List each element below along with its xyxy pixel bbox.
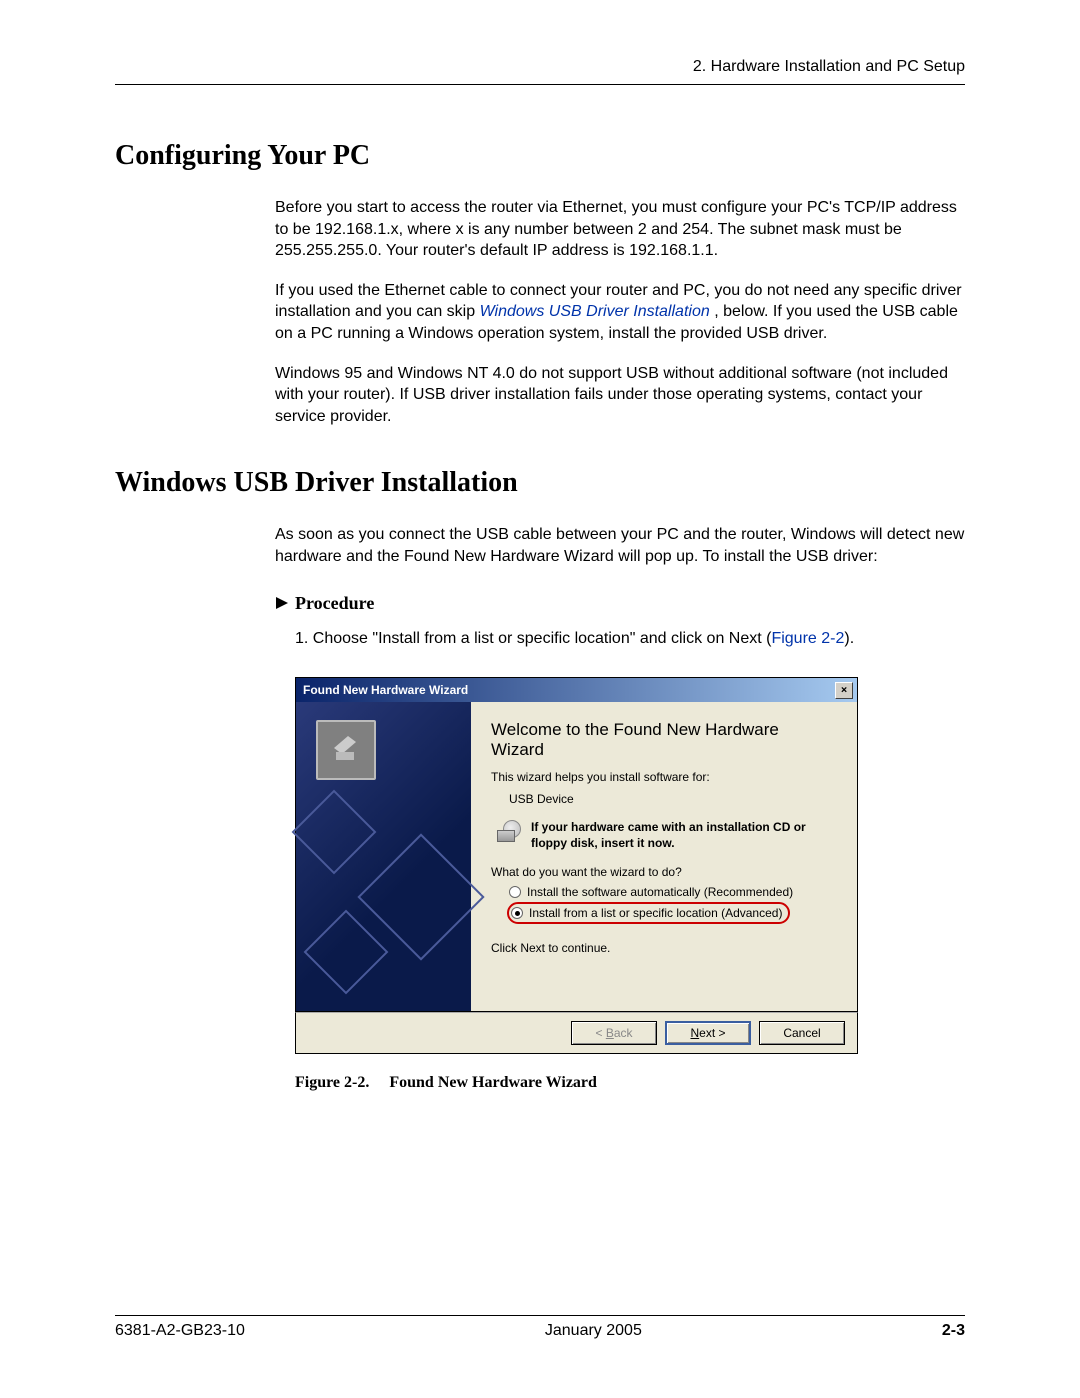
triangle-icon xyxy=(275,596,289,610)
radio-icon xyxy=(511,907,523,919)
wizard-screenshot: Found New Hardware Wizard × Welcome to t… xyxy=(295,677,858,1054)
section-heading-configuring: Configuring Your PC xyxy=(115,140,965,172)
wizard-option-specific[interactable]: Install from a list or specific location… xyxy=(507,902,835,924)
wizard-click-next: Click Next to continue. xyxy=(491,941,835,955)
procedure-heading-row: Procedure xyxy=(275,593,965,614)
footer-page-number: 2-3 xyxy=(942,1322,965,1340)
cd-floppy-icon xyxy=(497,820,523,842)
page-header: 2. Hardware Installation and PC Setup xyxy=(115,58,965,85)
figure-title: Found New Hardware Wizard xyxy=(389,1074,597,1091)
wizard-title-text: Found New Hardware Wizard xyxy=(303,683,468,697)
body-paragraph: Before you start to access the router vi… xyxy=(275,197,965,262)
close-icon[interactable]: × xyxy=(835,682,853,699)
wizard-option-auto[interactable]: Install the software automatically (Reco… xyxy=(509,885,835,899)
page-footer: 6381-A2-GB23-10 January 2005 2-3 xyxy=(115,1315,965,1340)
cross-reference-link[interactable]: Windows USB Driver Installation xyxy=(480,303,710,320)
figure-reference-link[interactable]: Figure 2-2 xyxy=(771,630,844,647)
radio-icon xyxy=(509,886,521,898)
figure-caption: Figure 2-2. Found New Hardware Wizard xyxy=(295,1074,965,1092)
radio-label: Install from a list or specific location… xyxy=(529,906,782,920)
step-number: 1. xyxy=(295,630,308,647)
wizard-prompt: What do you want the wizard to do? xyxy=(491,865,835,879)
chapter-label: 2. Hardware Installation and PC Setup xyxy=(693,58,965,76)
body-paragraph: Windows 95 and Windows NT 4.0 do not sup… xyxy=(275,363,965,428)
body-paragraph: As soon as you connect the USB cable bet… xyxy=(275,524,965,567)
wizard-body: Welcome to the Found New Hardware Wizard… xyxy=(295,702,858,1012)
radio-label: Install the software automatically (Reco… xyxy=(527,885,793,899)
wizard-sidebar xyxy=(296,702,471,1011)
procedure-step-1: 1. Choose "Install from a list or specif… xyxy=(295,628,965,650)
footer-doc-id: 6381-A2-GB23-10 xyxy=(115,1322,245,1340)
figure-number: Figure 2-2. xyxy=(295,1074,369,1091)
back-button: < Back xyxy=(571,1021,657,1045)
next-button[interactable]: Next > xyxy=(665,1021,751,1045)
wizard-button-row: < Back Next > Cancel xyxy=(295,1012,858,1054)
wizard-heading: Welcome to the Found New Hardware Wizard xyxy=(491,720,835,760)
section-heading-usb: Windows USB Driver Installation xyxy=(115,467,965,499)
wizard-helps-text: This wizard helps you install software f… xyxy=(491,770,835,784)
step-text-end: ). xyxy=(844,630,854,647)
procedure-heading: Procedure xyxy=(295,593,374,614)
wizard-cd-text: If your hardware came with an installati… xyxy=(531,820,835,851)
wizard-titlebar: Found New Hardware Wizard × xyxy=(295,677,858,702)
option-highlight-box: Install from a list or specific location… xyxy=(507,902,790,924)
wizard-cd-row: If your hardware came with an installati… xyxy=(497,820,835,851)
wizard-device-name: USB Device xyxy=(509,792,835,806)
body-paragraph: If you used the Ethernet cable to connec… xyxy=(275,280,965,345)
cancel-button[interactable]: Cancel xyxy=(759,1021,845,1045)
step-text: Choose "Install from a list or specific … xyxy=(313,630,772,647)
wizard-sidebar-icon xyxy=(316,720,376,780)
wizard-main: Welcome to the Found New Hardware Wizard… xyxy=(471,702,857,1011)
footer-date: January 2005 xyxy=(545,1322,642,1340)
